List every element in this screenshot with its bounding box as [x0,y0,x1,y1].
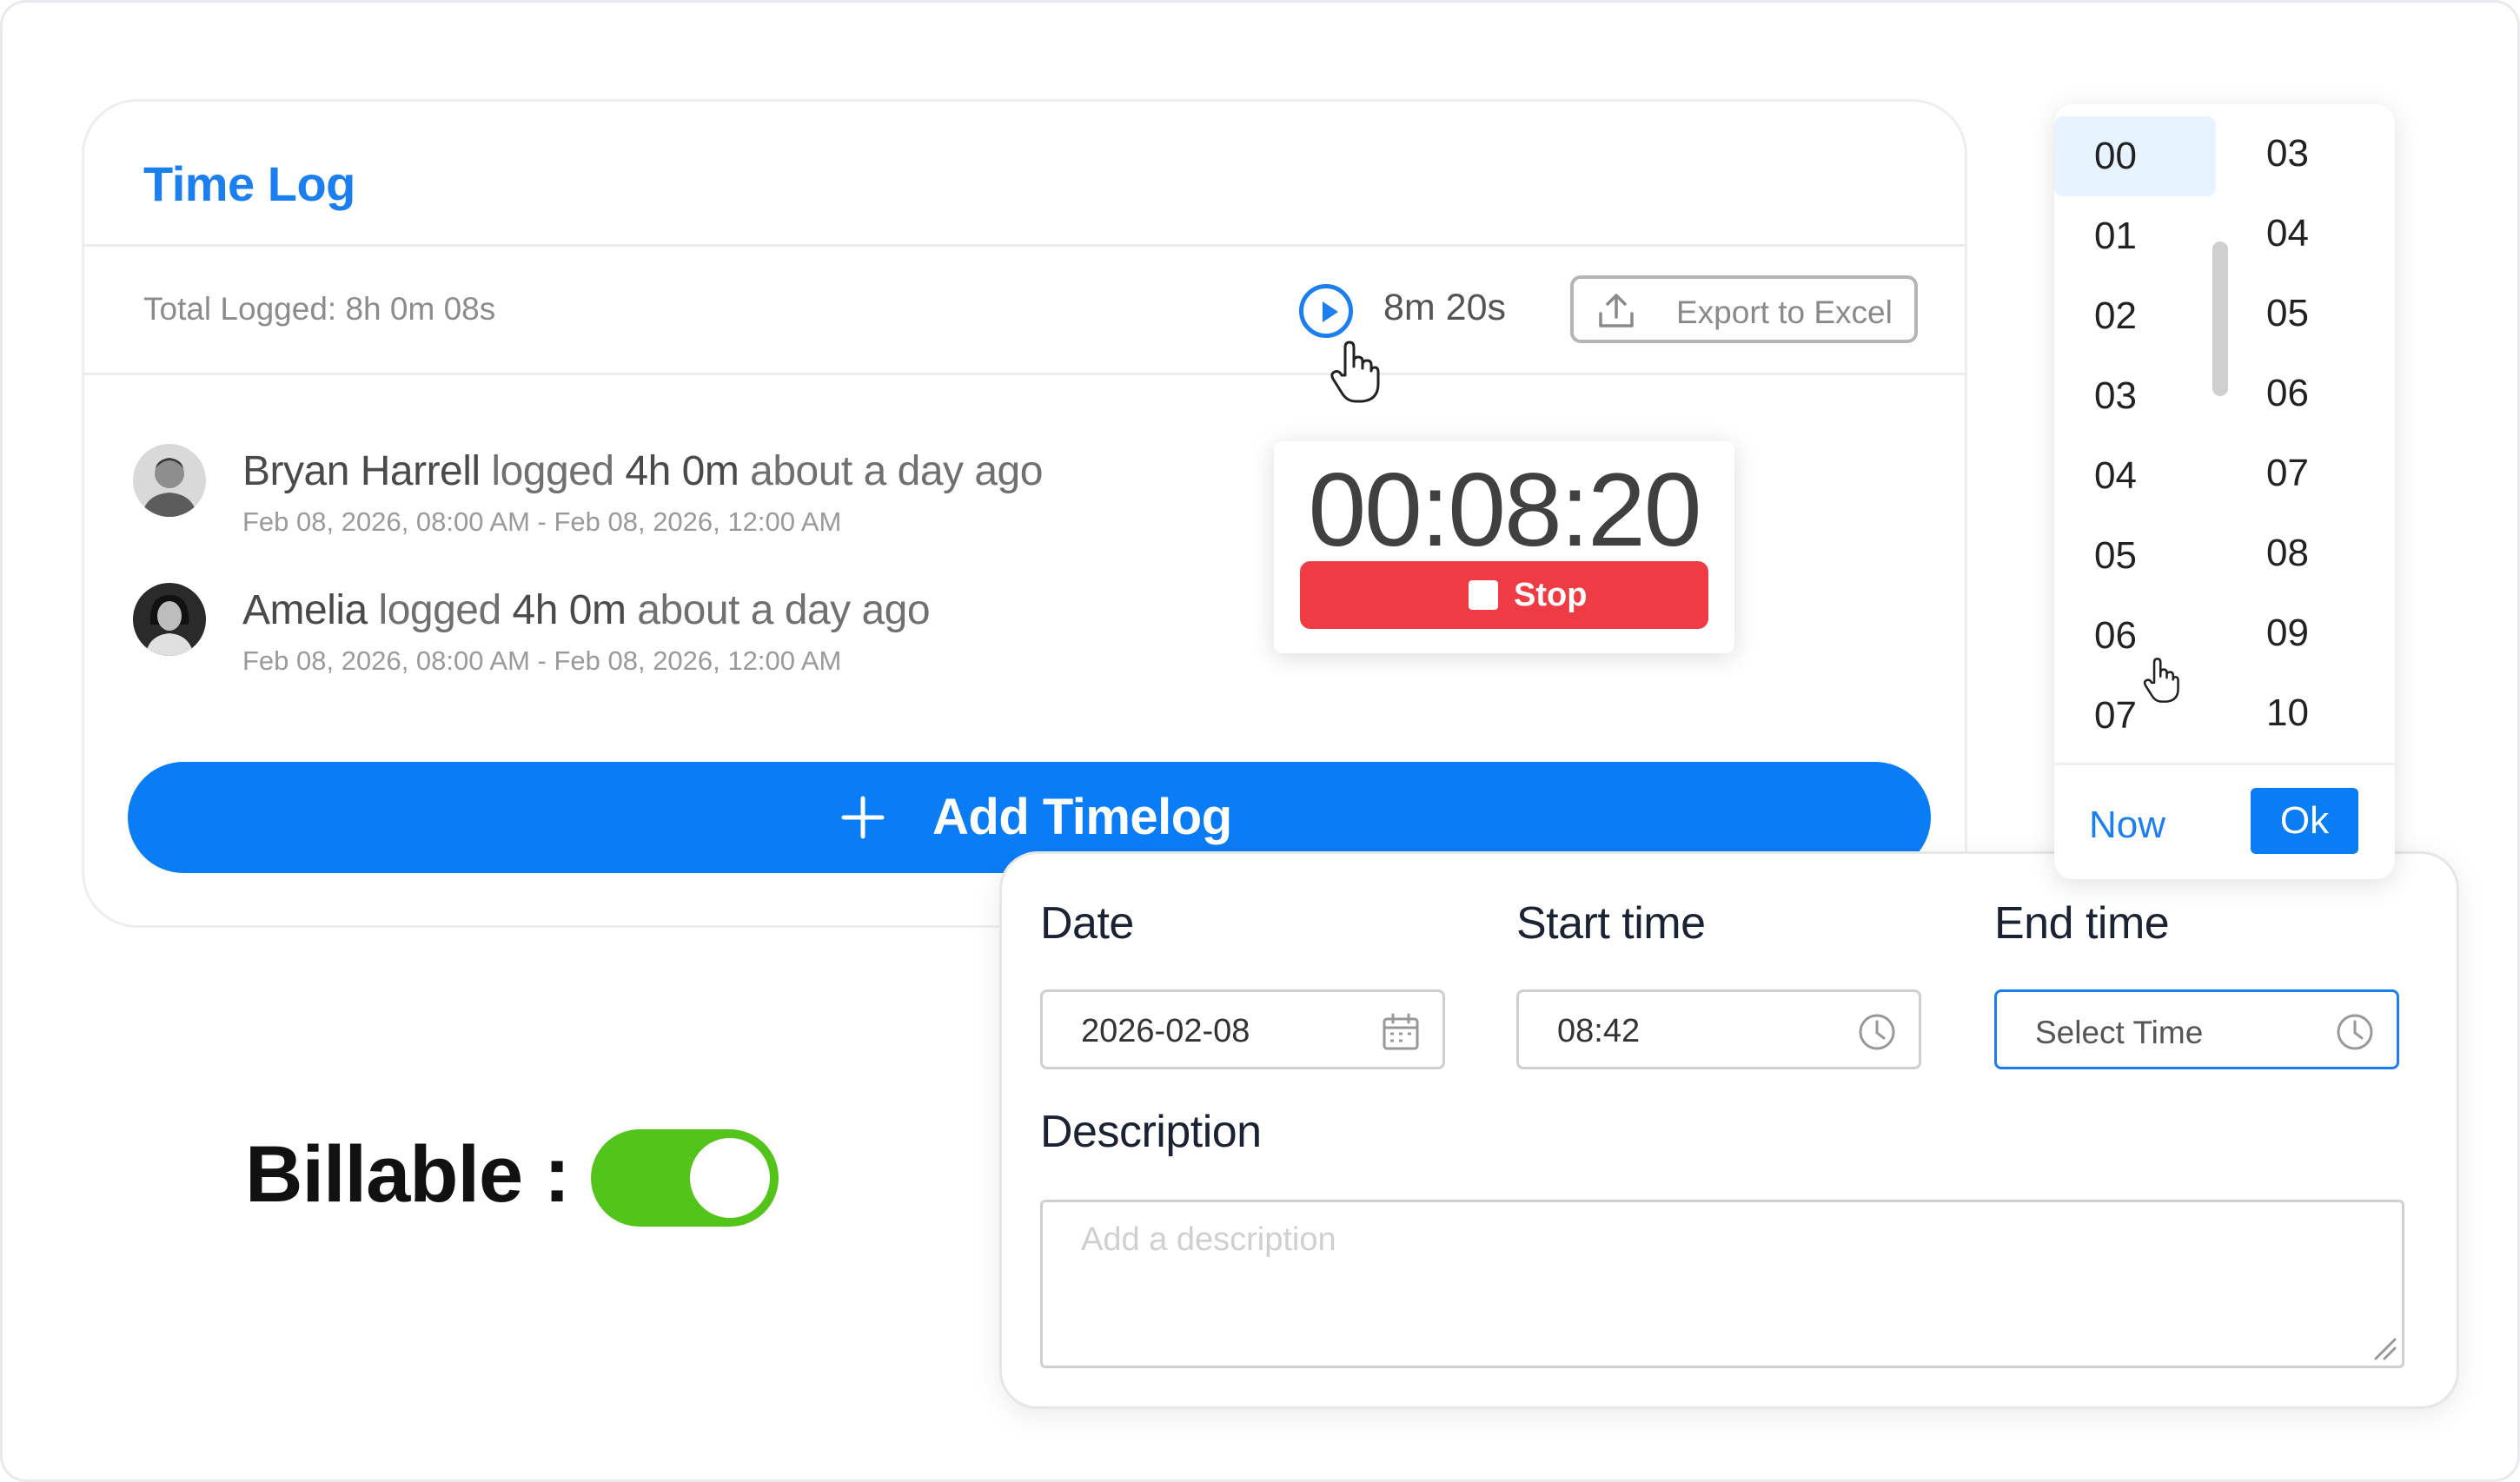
hour-option[interactable]: 07 [2054,676,2216,756]
hour-option[interactable]: 01 [2054,196,2216,276]
log-when: about a day ago [626,587,931,633]
export-label: Export to Excel [1676,294,1893,330]
elapsed-time: 8m 20s [1383,287,1507,328]
log-time-range: Feb 08, 2026, 08:00 AM - Feb 08, 2026, 1… [242,645,842,676]
plus-icon [841,796,885,839]
hand-cursor-icon [2143,658,2179,703]
log-duration: 4h 0m [512,587,627,633]
end-time-label: End time [1994,898,2170,949]
end-time-placeholder: Select Time [2035,1015,2204,1050]
log-time-range: Feb 08, 2026, 08:00 AM - Feb 08, 2026, 1… [242,506,842,537]
hand-cursor-icon [1330,341,1380,403]
avatar [133,583,206,656]
hour-option[interactable]: 03 [2054,356,2216,436]
total-logged-text: Total Logged: 8h 0m 08s [143,291,496,327]
log-verb: logged [367,587,513,633]
ok-button[interactable]: Ok [2251,788,2358,854]
clock-icon [2337,1014,2373,1050]
date-field[interactable]: 2026-02-08 [1040,989,1445,1069]
minute-option[interactable]: 04 [2225,196,2386,276]
hour-column[interactable]: 00 01 02 03 04 05 06 07 [2054,116,2216,756]
upload-icon [1599,294,1634,327]
minute-column[interactable]: 03 04 05 06 07 08 09 10 [2225,116,2386,756]
hour-option[interactable]: 06 [2054,596,2216,676]
add-timelog-label: Add Timelog [932,789,1232,845]
hour-option[interactable]: 05 [2054,516,2216,596]
hour-option[interactable]: 00 [2054,116,2216,196]
clock-icon [1859,1014,1895,1050]
start-time-field[interactable]: 08:42 [1516,989,1921,1069]
billable-toggle[interactable] [591,1129,779,1227]
toolbar-divider [84,373,1965,375]
minute-option[interactable]: 08 [2225,516,2386,596]
log-summary: Amelia logged 4h 0m about a day ago [242,586,931,634]
minute-option[interactable]: 03 [2225,116,2386,196]
end-time-field[interactable]: Select Time [1994,989,2399,1069]
log-summary: Bryan Harrell logged 4h 0m about a day a… [242,447,1043,495]
start-time-value: 08:42 [1557,1013,1641,1049]
header-divider [84,244,1965,247]
time-picker-dropdown: 00 01 02 03 04 05 06 07 03 04 05 06 07 0… [2054,104,2395,879]
calendar-icon [1383,1013,1419,1050]
log-user-name: Amelia [242,587,368,633]
minute-option[interactable]: 05 [2225,276,2386,356]
hour-option[interactable]: 04 [2054,436,2216,516]
description-textarea[interactable]: Add a description [1040,1200,2404,1368]
card-title: Time Log [143,156,355,211]
start-time-label: Start time [1516,898,1706,949]
log-verb: logged [480,448,626,494]
minute-option[interactable]: 07 [2225,436,2386,516]
log-duration: 4h 0m [625,448,739,494]
stop-icon [1469,580,1498,610]
stop-button[interactable]: Stop [1300,561,1708,629]
toggle-knob [690,1138,770,1218]
date-label: Date [1040,898,1134,949]
log-user-name: Bryan Harrell [242,448,481,494]
avatar [133,444,206,517]
minute-option[interactable]: 09 [2225,596,2386,676]
description-placeholder: Add a description [1081,1221,1336,1258]
export-to-excel-button[interactable]: Export to Excel [1570,275,1918,343]
billable-label: Billable : [245,1130,570,1219]
resize-grip-icon[interactable] [2367,1331,2398,1362]
play-timer-button[interactable] [1299,284,1353,338]
minute-option[interactable]: 06 [2225,356,2386,436]
minute-option[interactable]: 10 [2225,676,2386,756]
date-value: 2026-02-08 [1081,1013,1250,1049]
picker-footer: Now Ok [2054,763,2395,879]
description-label: Description [1040,1107,1262,1157]
log-when: about a day ago [739,448,1043,494]
stopwatch-popup: 00:08:20 Stop [1274,441,1734,653]
stop-label: Stop [1514,577,1588,613]
stopwatch-time: 00:08:20 [1308,452,1701,568]
hour-option[interactable]: 02 [2054,276,2216,356]
timelog-form-panel: Date Start time End time 2026-02-08 08:4… [999,851,2459,1409]
now-link[interactable]: Now [2089,804,2165,847]
